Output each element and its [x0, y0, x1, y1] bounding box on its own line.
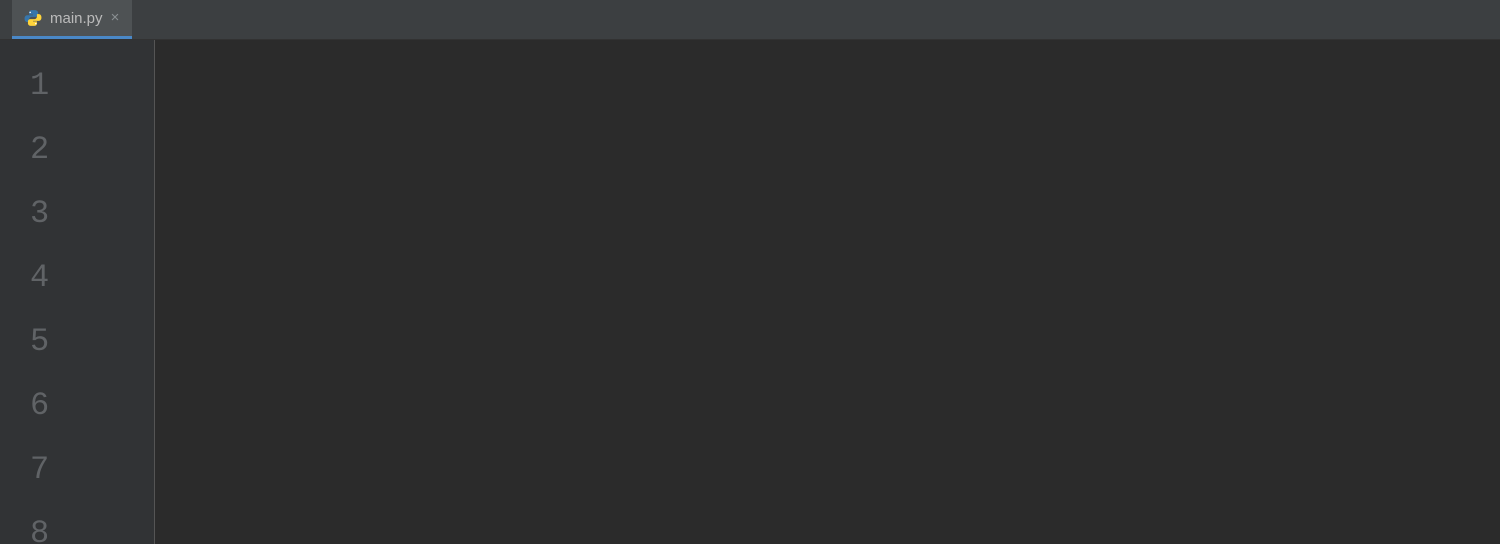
line-number: 1 [0, 54, 154, 118]
close-icon[interactable]: × [111, 11, 120, 26]
tab-main-py[interactable]: main.py × [12, 0, 132, 39]
line-number: 2 [0, 118, 154, 182]
tab-bar: main.py × [0, 0, 1500, 40]
line-number: 7 [0, 438, 154, 502]
tab-label: main.py [50, 10, 103, 27]
code-line[interactable] [173, 246, 1210, 310]
line-number: 8 [0, 502, 154, 544]
line-number-gutter: 1 2 3 4 5 6 7 8 [0, 40, 155, 544]
line-number: 6 [0, 374, 154, 438]
code-editor[interactable]: 1 2 3 4 5 6 7 8 numbers = [3, 5, 15, 17,… [0, 40, 1500, 544]
line-number: 5 [0, 310, 154, 374]
line-number: 3 [0, 182, 154, 246]
python-file-icon [24, 9, 42, 27]
code-area[interactable]: numbers = [3, 5, 15, 17, 20] print(type(… [155, 40, 1210, 544]
line-number: 4 [0, 246, 154, 310]
